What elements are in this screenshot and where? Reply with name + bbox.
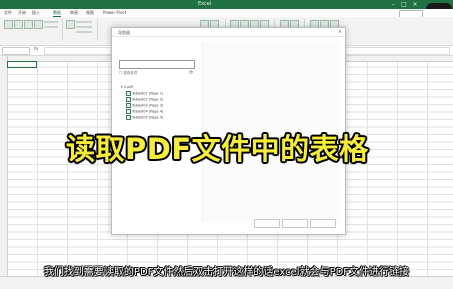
table-icon (126, 97, 131, 102)
title-bar: Excel – □ × (0, 0, 453, 9)
refresh-all-icon[interactable] (66, 20, 75, 29)
recent-sources-item[interactable] (44, 21, 58, 23)
tab-view[interactable]: 视图 (86, 10, 94, 16)
refresh-icon[interactable]: ⟳ (189, 70, 193, 76)
tree-file[interactable]: ▾ 2.pdf (121, 85, 133, 89)
dialog-header (112, 28, 345, 37)
table-icon (126, 103, 131, 108)
existing-connections-item[interactable] (44, 26, 58, 28)
video-caption: 读取PDF文件中的表格 (66, 132, 369, 166)
search-input[interactable] (119, 60, 195, 69)
transform-data-button[interactable] (282, 219, 308, 228)
multi-select-label: 选择多项 (123, 71, 138, 75)
name-box[interactable] (2, 47, 30, 55)
row-headers (0, 56, 8, 288)
properties-item[interactable] (76, 26, 92, 28)
minimize-icon[interactable]: – (388, 0, 398, 9)
tree-item[interactable]: Table005 (Page 5) (126, 115, 163, 120)
tree-item[interactable]: Table003 (Page 3) (126, 103, 163, 108)
window-title: Excel (198, 1, 212, 7)
from-table-icon[interactable] (34, 20, 43, 29)
ribbon-tabs: 文件 开始 插入 数据 审阅 视图 Power Pivot (0, 9, 453, 17)
selected-cell[interactable] (7, 61, 37, 68)
tab-home[interactable]: 开始 (18, 10, 26, 16)
tree-item[interactable]: Table004 (Page 4) (126, 109, 163, 114)
table-icon (126, 91, 131, 96)
ribbon-divider (97, 19, 98, 41)
video-subtitle: 我们找到需要读取的PDF文件然后双击打开这样的话excel就会与PDF文件进行链… (43, 267, 410, 278)
close-icon[interactable]: × (338, 29, 342, 35)
load-button[interactable] (254, 219, 280, 228)
dialog-title: 导航器 (118, 30, 130, 35)
close-window-icon[interactable]: × (410, 0, 420, 9)
tab-insert[interactable]: 插入 (32, 10, 40, 16)
tab-power-pivot[interactable]: Power Pivot (103, 10, 126, 15)
edit-links-item[interactable] (76, 31, 92, 33)
file-name: 2.pdf (123, 85, 133, 89)
queries-connections-item[interactable] (76, 21, 92, 23)
cancel-button[interactable] (310, 219, 336, 228)
tree-item[interactable]: Table002 (Page 2) (126, 97, 163, 102)
ribbon-divider (62, 19, 63, 41)
table-icon (126, 109, 131, 114)
from-web-icon[interactable] (24, 20, 33, 29)
tab-review[interactable]: 审阅 (70, 10, 78, 16)
from-text-icon[interactable] (14, 20, 23, 29)
tab-data[interactable]: 数据 (53, 10, 61, 17)
multi-select-checkbox[interactable]: ☐ 选择多项 (119, 71, 137, 76)
get-data-icon[interactable] (4, 20, 13, 29)
tree-item[interactable]: Table001 (Page 1) (126, 91, 163, 96)
tab-file[interactable]: 文件 (4, 10, 12, 16)
table-icon (126, 115, 131, 120)
fx-icon[interactable]: fx (34, 47, 38, 52)
maximize-icon[interactable]: □ (399, 0, 409, 9)
